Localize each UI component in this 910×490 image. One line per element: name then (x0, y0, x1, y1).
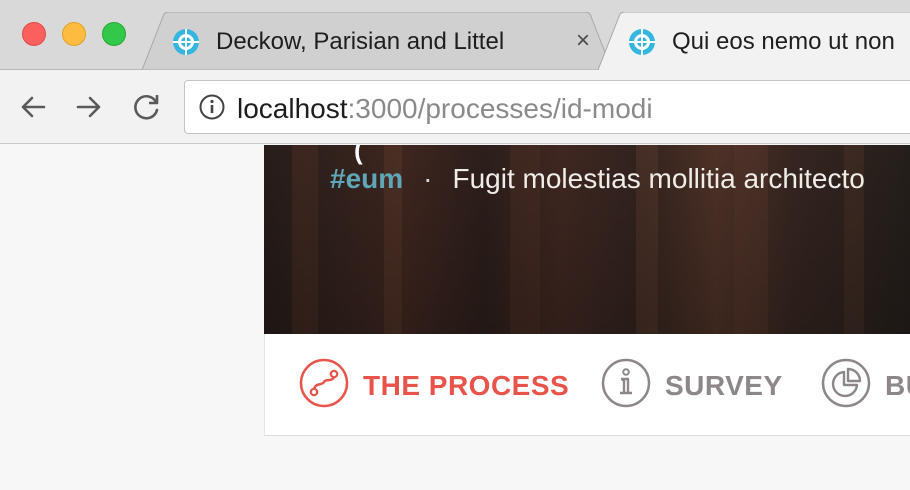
tab-title: Qui eos nemo ut non (672, 28, 895, 55)
address-bar[interactable]: localhost:3000/processes/id-modi (184, 80, 910, 134)
tab-deckow[interactable]: Deckow, Parisian and Littel × (142, 12, 612, 70)
hero-title-fragment: ( (354, 145, 363, 163)
hero-banner: ( #eum · Fugit molestias mollitia architec… (264, 145, 910, 334)
site-favicon-icon (173, 29, 199, 55)
hero-tag[interactable]: #eum (330, 163, 403, 194)
nav-label: THE PROCESS (363, 370, 570, 401)
hero-separator: · (423, 163, 433, 194)
process-icon (299, 358, 349, 408)
tab-strip: Deckow, Parisian and Littel × Qui eos ne… (0, 0, 910, 70)
minimize-window-button[interactable] (62, 22, 86, 46)
reload-icon[interactable] (132, 92, 162, 122)
site-favicon-icon (629, 29, 655, 55)
hero-meta: #eum · Fugit molestias mollitia architecto (330, 163, 865, 195)
url-path: :3000/processes/id-modi (347, 93, 653, 124)
tab-title: Deckow, Parisian and Littel (216, 28, 505, 55)
zoom-window-button[interactable] (102, 22, 126, 46)
tab-qui-eos[interactable]: Qui eos nemo ut non (598, 12, 910, 70)
url-text[interactable]: localhost:3000/processes/id-modi (237, 93, 653, 125)
info-icon[interactable] (199, 94, 225, 120)
close-window-button[interactable] (22, 22, 46, 46)
forward-arrow-icon[interactable] (74, 92, 104, 122)
survey-icon (601, 358, 651, 408)
browser-toolbar: localhost:3000/processes/id-modi (0, 70, 910, 144)
tab-close-icon[interactable]: × (572, 29, 594, 53)
process-nav: THE PROCESS SURVEY BU (264, 334, 910, 436)
pie-chart-icon (821, 358, 871, 408)
nav-label: SURVEY (665, 370, 783, 401)
back-arrow-icon[interactable] (18, 92, 48, 122)
nav-label: BU (885, 370, 910, 401)
url-host: localhost (237, 93, 348, 124)
hero-description: Fugit molestias mollitia architecto (452, 163, 865, 194)
page-content: ( #eum · Fugit molestias mollitia architec… (0, 145, 910, 490)
